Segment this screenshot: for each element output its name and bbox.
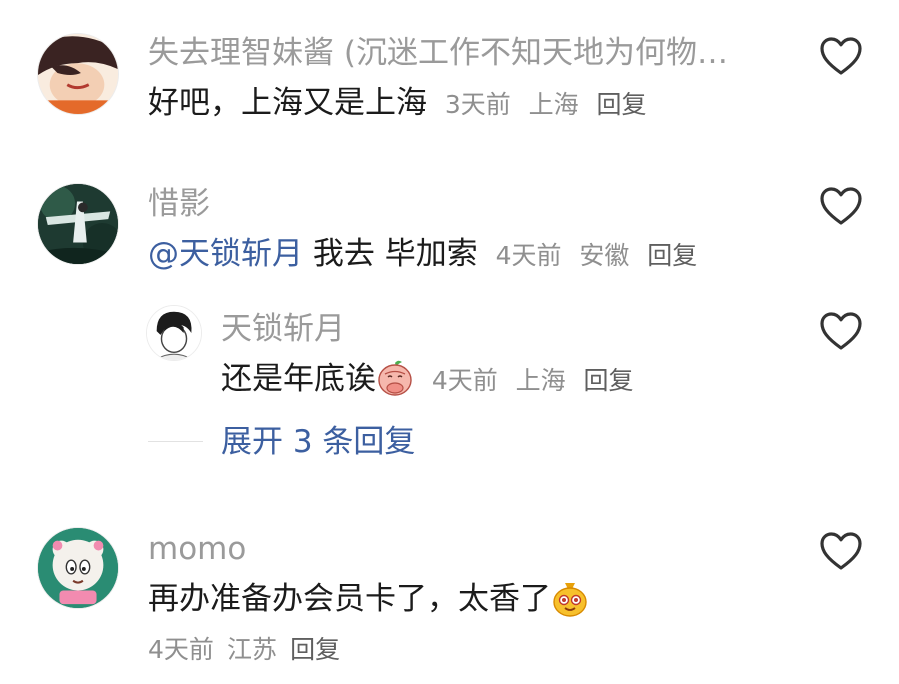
comment-body: 再办准备办会员卡了，太香了 bbox=[148, 578, 589, 620]
expand-replies-link[interactable]: 展开 3 条回复 bbox=[221, 422, 415, 462]
lucky-bag-emoji-icon bbox=[551, 579, 589, 617]
peach-bow-emoji-icon bbox=[376, 359, 414, 397]
expand-divider bbox=[148, 441, 203, 442]
comment-location: 上海 bbox=[528, 90, 579, 119]
comment-username[interactable]: 失去理智妹酱 (沉迷工作不知天地为何物… bbox=[148, 33, 728, 73]
mention-link[interactable]: @天锁斩月 bbox=[148, 236, 303, 272]
reply-button[interactable]: 回复 bbox=[584, 366, 634, 395]
reply-button[interactable]: 回复 bbox=[597, 90, 647, 119]
comment-text: 再办准备办会员卡了，太香了 bbox=[148, 581, 551, 617]
avatar[interactable] bbox=[37, 527, 119, 609]
comment-username[interactable]: 惜影 bbox=[148, 184, 210, 224]
comment-time: 4天前 bbox=[148, 635, 214, 664]
comment-body: @天锁斩月 我去 毕加索 4天前 安徽 回复 bbox=[148, 233, 697, 277]
reply-location: 上海 bbox=[515, 366, 566, 395]
comment-location: 江苏 bbox=[227, 635, 278, 664]
avatar[interactable] bbox=[37, 33, 119, 115]
comment-text: 我去 毕加索 bbox=[303, 236, 478, 272]
comment-time: 4天前 bbox=[495, 241, 562, 270]
comment-body: 好吧，上海又是上海 3天前 上海 回复 bbox=[148, 82, 647, 126]
comment-meta: 4天前 江苏 回复 bbox=[148, 630, 340, 673]
comment-text: 好吧，上海又是上海 bbox=[148, 85, 427, 121]
reply-body: 还是年底诶 4天前 上海 回复 bbox=[221, 358, 634, 402]
reply-button[interactable]: 回复 bbox=[647, 241, 697, 270]
comment-location: 安徽 bbox=[579, 241, 630, 270]
avatar[interactable] bbox=[37, 183, 119, 265]
heart-icon[interactable] bbox=[819, 311, 863, 351]
comment-time: 3天前 bbox=[444, 90, 511, 119]
comment-username[interactable]: momo bbox=[148, 529, 246, 569]
reply-button[interactable]: 回复 bbox=[290, 635, 340, 664]
heart-icon[interactable] bbox=[819, 531, 863, 571]
heart-icon[interactable] bbox=[819, 186, 863, 226]
avatar[interactable] bbox=[146, 305, 202, 361]
reply-username[interactable]: 天锁斩月 bbox=[221, 309, 345, 349]
heart-icon[interactable] bbox=[819, 36, 863, 76]
reply-time: 4天前 bbox=[431, 366, 498, 395]
reply-text: 还是年底诶 bbox=[221, 361, 376, 397]
